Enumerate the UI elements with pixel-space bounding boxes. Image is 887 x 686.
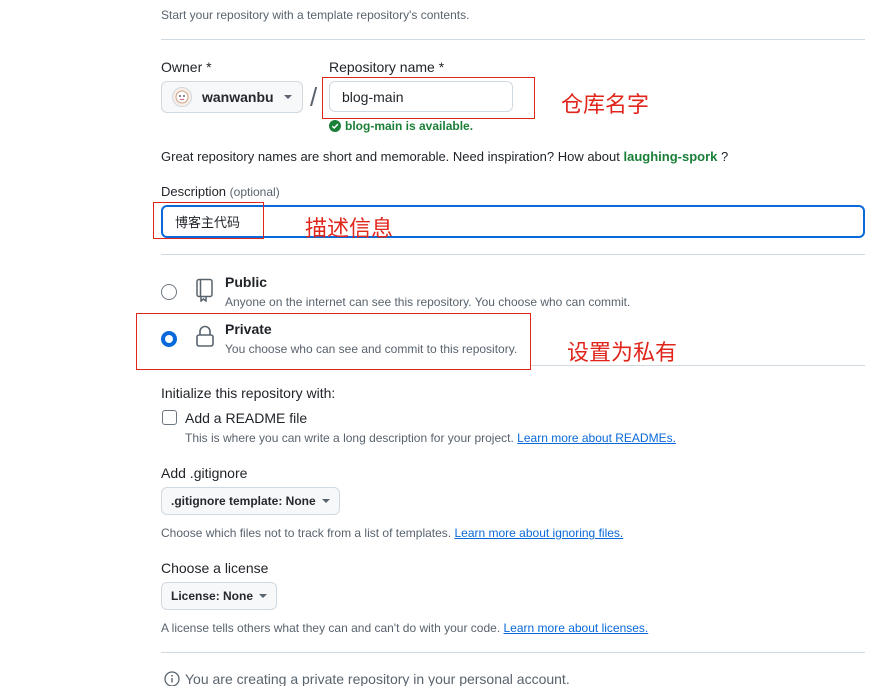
license-desc-line: A license tells others what they can and… bbox=[161, 621, 648, 635]
slash-separator: / bbox=[310, 82, 318, 112]
readme-desc-line: This is where you can write a long descr… bbox=[185, 431, 676, 445]
chevron-down-icon bbox=[284, 95, 292, 99]
public-title: Public bbox=[225, 274, 268, 290]
private-notice-text: You are creating a private repository in… bbox=[185, 671, 570, 686]
inspiration-suffix: ? bbox=[721, 149, 729, 164]
annotation-box-private bbox=[136, 313, 531, 370]
private-notice: You are creating a private repository in… bbox=[164, 671, 570, 686]
owner-avatar bbox=[172, 87, 192, 107]
gitignore-heading: Add .gitignore bbox=[161, 465, 248, 481]
check-circle-icon bbox=[329, 120, 341, 132]
gitignore-select-label: .gitignore template: None bbox=[171, 494, 316, 508]
info-icon bbox=[164, 671, 180, 686]
public-desc: Anyone on the internet can see this repo… bbox=[225, 295, 631, 309]
description-input[interactable]: 博客主代码 bbox=[161, 205, 865, 238]
readme-desc: This is where you can write a long descr… bbox=[185, 431, 514, 445]
owner-label: Owner * bbox=[161, 59, 212, 75]
availability-text: blog-main is available. bbox=[345, 119, 474, 133]
chevron-down-icon bbox=[259, 594, 268, 598]
repo-name-label: Repository name * bbox=[329, 59, 445, 75]
divider bbox=[161, 254, 865, 255]
owner-select[interactable]: wanwanbu bbox=[161, 81, 303, 113]
annotation-description: 描述信息 bbox=[305, 217, 394, 242]
gitignore-select[interactable]: .gitignore template: None bbox=[161, 487, 340, 515]
inspiration-text: Great repository names are short and mem… bbox=[161, 149, 620, 164]
annotation-box-repo-name bbox=[322, 77, 535, 119]
init-heading: Initialize this repository with: bbox=[161, 385, 336, 401]
inspiration-line: Great repository names are short and mem… bbox=[161, 149, 728, 164]
gitignore-desc-line: Choose which files not to track from a l… bbox=[161, 526, 623, 540]
owner-name: wanwanbu bbox=[202, 89, 274, 105]
description-optional: (optional) bbox=[229, 185, 280, 199]
gitignore-learn-more-link[interactable]: Learn more about ignoring files. bbox=[454, 526, 623, 540]
divider bbox=[161, 39, 865, 40]
annotation-repo-name: 仓库名字 bbox=[561, 93, 650, 118]
repo-icon bbox=[196, 278, 213, 302]
annotation-private: 设置为私有 bbox=[567, 341, 678, 366]
license-desc: A license tells others what they can and… bbox=[161, 621, 501, 635]
gitignore-desc: Choose which files not to track from a l… bbox=[161, 526, 452, 540]
divider bbox=[161, 652, 865, 653]
license-select-label: License: None bbox=[171, 589, 254, 603]
chevron-down-icon bbox=[321, 499, 330, 503]
annotation-box-description bbox=[153, 202, 264, 239]
public-radio[interactable] bbox=[161, 284, 177, 300]
divider bbox=[531, 365, 865, 366]
readme-learn-more-link[interactable]: Learn more about READMEs. bbox=[517, 431, 676, 445]
suggestion-link[interactable]: laughing-spork bbox=[623, 149, 717, 164]
template-hint: Start your repository with a template re… bbox=[161, 8, 470, 22]
availability-message: blog-main is available. bbox=[329, 119, 473, 133]
readme-checkbox[interactable] bbox=[162, 410, 177, 425]
license-learn-more-link[interactable]: Learn more about licenses. bbox=[504, 621, 649, 635]
readme-label: Add a README file bbox=[185, 410, 308, 426]
description-label-text: Description bbox=[161, 184, 227, 199]
license-heading: Choose a license bbox=[161, 560, 269, 576]
description-label: Description (optional) bbox=[161, 184, 280, 199]
license-select[interactable]: License: None bbox=[161, 582, 278, 610]
create-repo-form: Start your repository with a template re… bbox=[0, 0, 887, 686]
